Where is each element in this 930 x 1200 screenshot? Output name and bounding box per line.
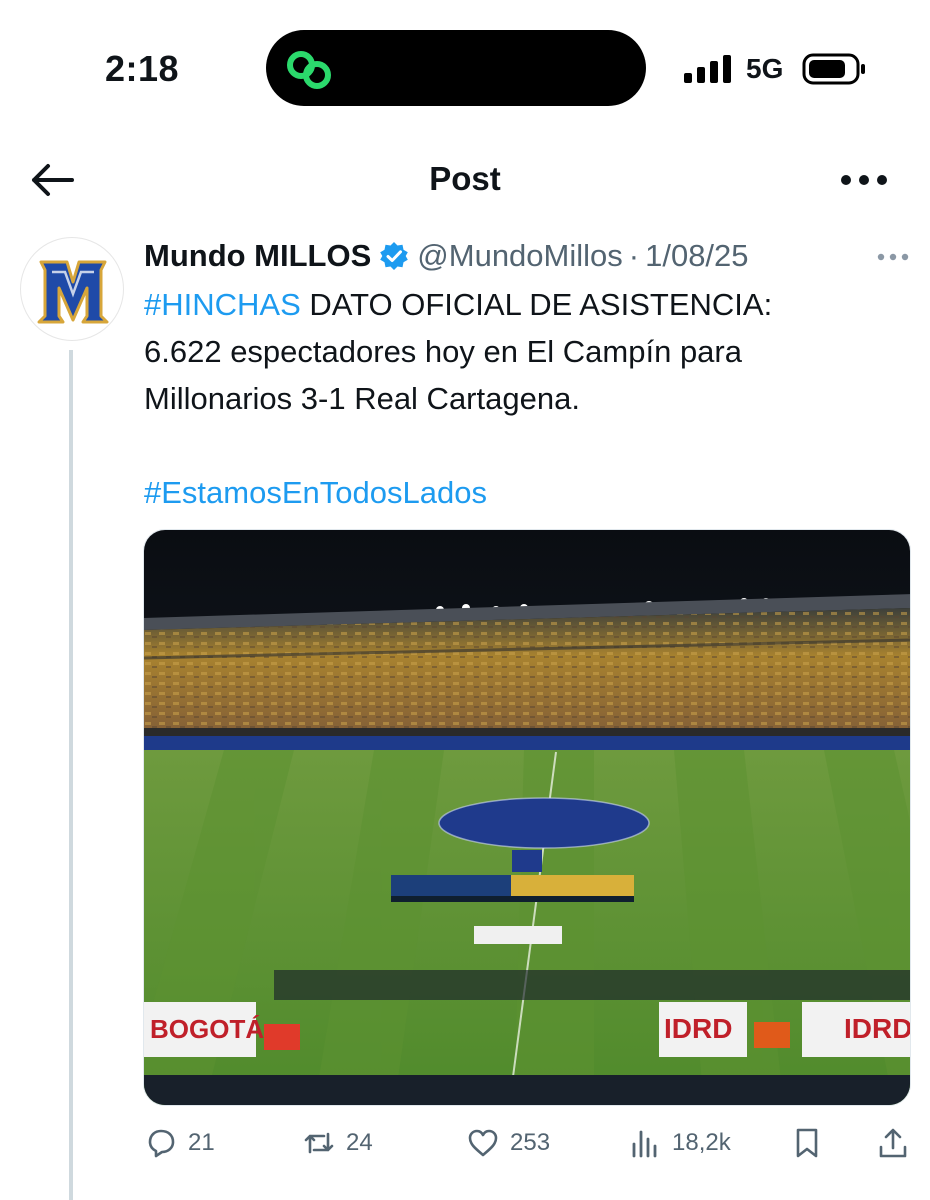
tweet-line-1: #HINCHAS DATO OFICIAL DE ASISTENCIA: [144,281,904,328]
reply-count: 21 [188,1129,215,1156]
tweet-actions: 21 24 253 18,2k [144,1120,914,1166]
cellular-signal-icon [684,55,731,83]
tweet-header: Mundo MILLOS @MundoMillos · 1/08/25 [144,236,749,276]
banner-idrd-2: IDRD [844,1013,911,1044]
share-button[interactable] [876,1120,920,1166]
thread-line [69,350,73,1200]
mundo-millos-logo [37,260,109,324]
tweet-line-1-text: DATO OFICIAL DE ASISTENCIA: [300,287,773,322]
repost-button[interactable]: 24 [302,1120,373,1166]
tweet-line-3: Millonarios 3-1 Real Cartagena. [144,381,580,416]
views-icon [632,1130,657,1158]
tweet-line-5: #EstamosEnTodosLados [144,469,904,516]
tweet-photo[interactable]: BOGOTÁ IDRD IDRD [143,529,911,1106]
like-button[interactable]: 253 [466,1120,550,1166]
separator-dot: · [628,238,640,273]
reply-icon [148,1129,175,1158]
like-icon [468,1129,498,1157]
players-lineup [391,875,634,902]
bookmark-button[interactable] [790,1120,834,1166]
author-handle[interactable]: @MundoMillos [417,238,622,274]
battery-icon [802,53,865,85]
reply-button[interactable]: 21 [144,1120,215,1166]
bookmark-icon [796,1128,818,1158]
avatar[interactable] [20,237,124,341]
author-name[interactable]: Mundo MILLOS [144,238,371,274]
hashtag-hinchas[interactable]: #HINCHAS [144,287,301,322]
hashtag-estamos-en-todos-lados[interactable]: #EstamosEnTodosLados [144,475,487,510]
banner-bogota: BOGOTÁ [150,1014,264,1044]
more-icon[interactable] [836,162,892,198]
network-label: 5G [746,53,784,84]
like-count: 253 [510,1129,551,1156]
tweet-blank-line [144,422,904,469]
post-header: Post [0,140,930,220]
tweet-line-2: 6.622 espectadores hoy en El Campín para [144,334,742,369]
repost-count: 24 [346,1129,373,1156]
verified-badge-icon[interactable] [379,241,409,271]
repost-icon [304,1132,334,1154]
banner-idrd: IDRD [664,1013,732,1044]
share-icon [879,1128,907,1158]
view-count: 18,2k [672,1129,731,1156]
status-bar: 2:18 5G [0,0,930,120]
tweet-text: #HINCHAS DATO OFICIAL DE ASISTENCIA: 6.6… [144,281,904,516]
views-button[interactable]: 18,2k [628,1120,731,1166]
tweet-more-icon[interactable] [876,248,910,266]
stadium-photo: BOGOTÁ IDRD IDRD [144,530,911,1105]
link-app-icon [287,51,331,89]
page-title: Post [429,160,501,197]
post-date[interactable]: 1/08/25 [645,238,748,274]
status-time: 2:18 [105,48,180,89]
